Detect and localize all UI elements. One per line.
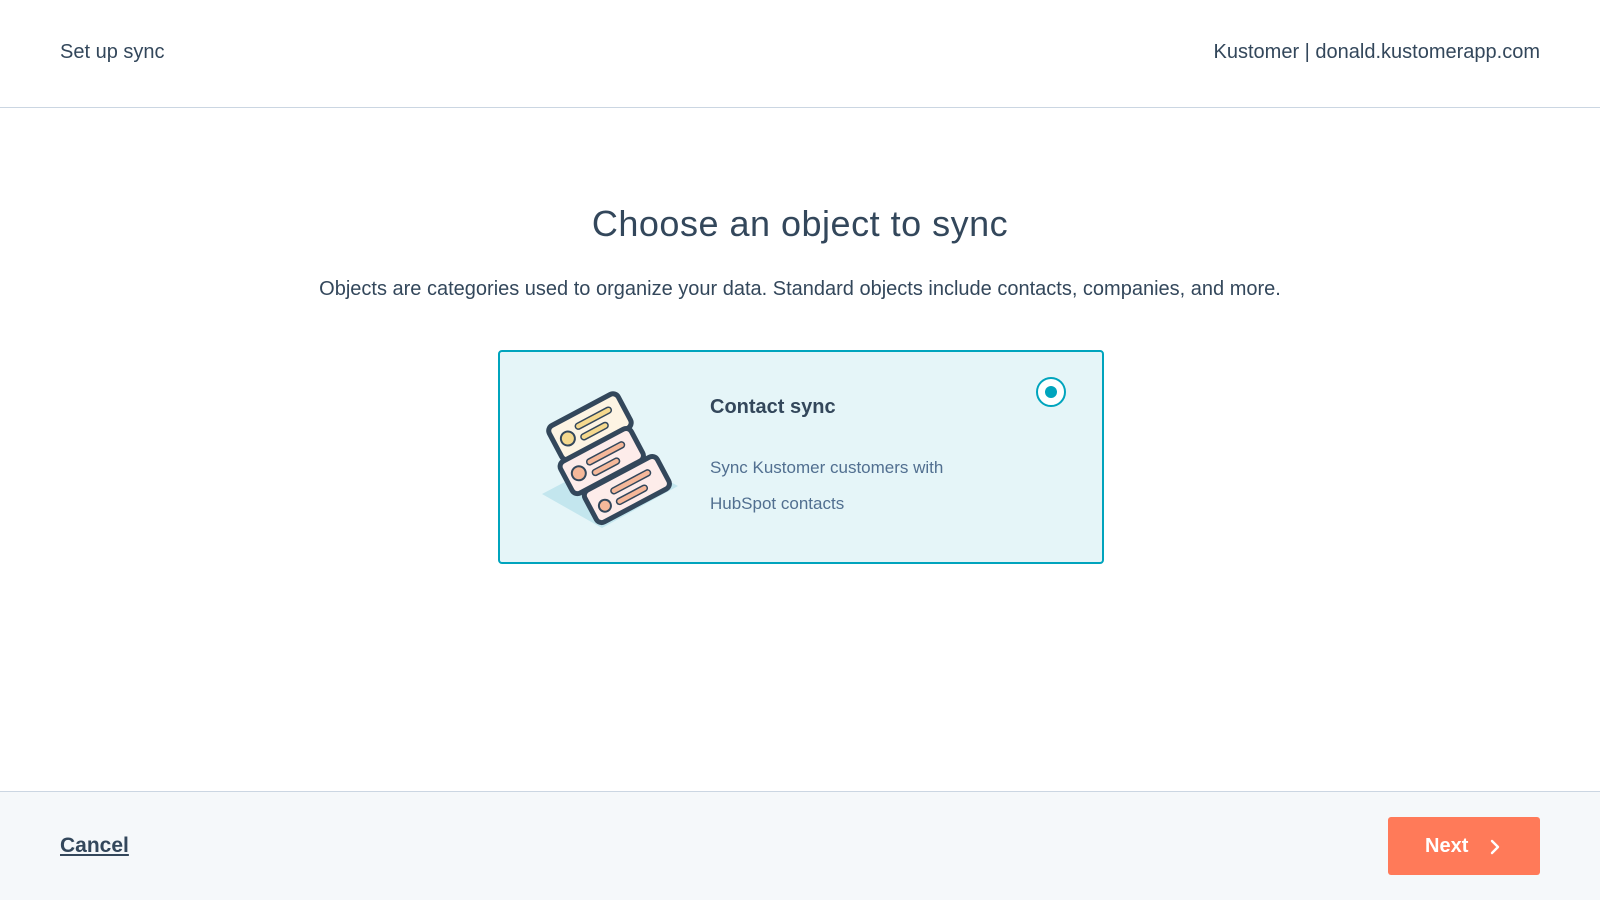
option-description: Sync Kustomer customers with HubSpot con… [710, 458, 944, 513]
contact-cards-illustration [534, 382, 684, 532]
contact-sync-option-card[interactable]: Contact sync Sync Kustomer customers wit… [498, 350, 1104, 564]
page-title: Set up sync [60, 41, 165, 63]
next-button[interactable]: Next [1388, 817, 1540, 875]
option-radio-selected[interactable] [1036, 377, 1066, 407]
chevron-right-icon [1488, 838, 1502, 855]
account-label: Kustomer | donald.kustomerapp.com [1213, 41, 1540, 63]
footer: Cancel Next [0, 791, 1600, 900]
option-title: Contact sync [710, 396, 836, 418]
section-heading: Choose an object to sync [591, 203, 1009, 244]
header: Set up sync Kustomer | donald.kustomerap… [0, 0, 1600, 108]
main-content: Choose an object to sync Objects are cat… [0, 108, 1600, 791]
section-description: Objects are categories used to organize … [319, 278, 1281, 300]
radio-dot [1045, 386, 1057, 398]
next-button-label: Next [1425, 835, 1469, 857]
sync-setup-page: Set up sync Kustomer | donald.kustomerap… [0, 0, 1600, 900]
cancel-link[interactable]: Cancel [60, 834, 129, 858]
